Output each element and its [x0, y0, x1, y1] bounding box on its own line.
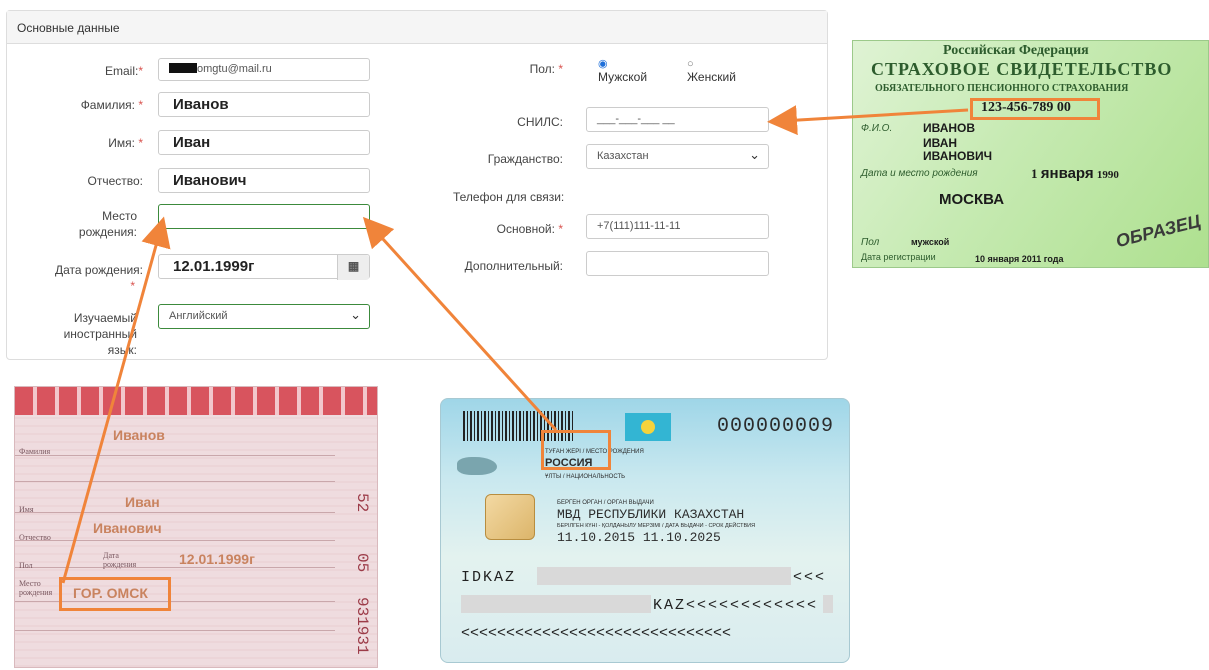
snils-fio-label: Ф.И.О.: [861, 123, 893, 134]
basic-data-panel: Основные данные Email:* omgtu@mail.ru Фа…: [6, 10, 828, 360]
email-input[interactable]: omgtu@mail.ru: [158, 58, 370, 81]
birthdate-input[interactable]: 12.01.1999г ▦: [158, 254, 370, 280]
mrz-redacted: [823, 595, 833, 613]
language-select[interactable]: Английский: [158, 304, 370, 329]
passport-number-3: 931931: [353, 597, 371, 655]
patronymic-input[interactable]: Иванович: [158, 168, 370, 193]
passport-line: [15, 567, 335, 568]
mrz-line-3: <<<<<<<<<<<<<<<<<<<<<<<<<<<<<<: [461, 625, 732, 642]
passport-birthplace-label: Место рождения: [19, 579, 53, 597]
radio-unchecked-icon: ○: [687, 58, 694, 70]
passport-patronymic-label: Отчество: [19, 533, 51, 542]
citizenship-label: Гражданство:: [487, 152, 563, 166]
snils-number-highlight: [970, 98, 1100, 120]
passport-firstname-label: Имя: [19, 505, 34, 514]
passport-number-1: 52: [353, 493, 371, 513]
lastname-input[interactable]: Иванов: [158, 92, 370, 117]
passport-birthdate-label: Дата рождения: [103, 551, 137, 569]
id-nationality-label: ҰЛТЫ / НАЦИОНАЛЬНОСТЬ: [545, 474, 626, 480]
id-issuer: МВД РЕСПУБЛИКИ КАЗАХСТАН: [557, 507, 745, 522]
id-dates: 11.10.2015 11.10.2025: [557, 530, 721, 545]
calendar-icon[interactable]: ▦: [337, 255, 369, 280]
passport-line: [15, 455, 335, 456]
passport-patronymic: Иванович: [93, 520, 162, 536]
passport-line: [15, 630, 335, 631]
firstname-input[interactable]: Иван: [158, 130, 370, 155]
id-card-image: 000000009 ТУҒАН ЖЕРІ / МЕСТО РОЖДЕНИЯ РО…: [440, 398, 850, 663]
kazakhstan-flag-icon: [625, 413, 671, 441]
radio-checked-icon: ◉: [598, 58, 608, 70]
phone-main-input[interactable]: +7(111)111-11-11: [586, 214, 769, 239]
snils-sex-value: мужской: [911, 237, 950, 247]
snils-birth-date: 1 января 1990: [1031, 165, 1119, 182]
snils-label: СНИЛС:: [517, 115, 563, 129]
mrz-redacted: [461, 595, 651, 613]
patronymic-label: Отчество:: [87, 174, 144, 188]
snils-fio-1: ИВАНОВ: [923, 121, 976, 135]
phone-extra-label: Дополнительный:: [464, 259, 563, 273]
passport-border: [15, 387, 377, 415]
passport-firstname: Иван: [125, 494, 160, 510]
gender-female-radio[interactable]: ○ Женский: [687, 58, 736, 84]
gender-male-radio[interactable]: ◉ Мужской: [598, 58, 647, 84]
passport-lastname: Иванов: [113, 427, 165, 443]
snils-country: Российская Федерация: [943, 43, 1089, 58]
lastname-label: Фамилия: *: [80, 98, 143, 112]
snils-fio-3: ИВАНОВИЧ: [923, 149, 993, 163]
panel-title: Основные данные: [7, 11, 827, 44]
passport-number-2: 05: [353, 553, 371, 573]
snils-birth-label: Дата и место рождения: [861, 168, 978, 179]
id-birthplace-highlight: [541, 430, 611, 470]
email-label: Email:*: [104, 64, 143, 78]
snils-input[interactable]: ___-___-___ __: [586, 107, 769, 132]
mrz-line-2: KAZ<<<<<<<<<<<<: [653, 597, 819, 614]
phone-section-label: Телефон для связи:: [453, 190, 565, 204]
passport-page-image: Иванов Фамилия Иван Имя Иванович Отчеств…: [14, 386, 378, 668]
snils-reg-value: 10 января 2011 года: [975, 254, 1064, 264]
passport-sex-label: Пол: [19, 561, 33, 570]
snils-title: СТРАХОВОЕ СВИДЕТЕЛЬСТВО: [871, 59, 1173, 79]
snils-birth-place: МОСКВА: [939, 191, 1005, 208]
passport-birthdate: 12.01.1999г: [179, 551, 255, 567]
snils-sex-label: Пол: [861, 237, 880, 248]
passport-line: [15, 512, 335, 513]
snils-fio-2: ИВАН: [923, 136, 958, 150]
snils-stamp: ОБРАЗЕЦ: [1113, 210, 1203, 252]
id-card-number: 000000009: [717, 415, 835, 438]
mrz-line-1-end: <<<: [793, 569, 827, 586]
map-silhouette-icon: [457, 457, 497, 475]
redacted-block: [169, 63, 197, 73]
id-dates-label: БЕРІЛГЕН КҮНІ - ҚОЛДАНЫЛУ МЕРЗІМІ / ДАТА…: [557, 523, 756, 529]
firstname-label: Имя: *: [108, 136, 143, 150]
snils-subtitle: ОБЯЗАТЕЛЬНОГО ПЕНСИОННОГО СТРАХОВАНИЯ: [875, 83, 1129, 94]
passport-birthplace-highlight: [59, 577, 171, 611]
gender-label: Пол: *: [529, 62, 563, 76]
birthplace-input[interactable]: [158, 204, 370, 229]
id-issuer-label: БЕРГЕН ОРГАН / ОРГАН ВЫДАЧИ: [557, 500, 654, 506]
passport-line: [15, 540, 335, 541]
passport-line: [15, 481, 335, 482]
snils-reg-label: Дата регистрации: [861, 252, 936, 262]
birthplace-label: Место рождения:: [78, 209, 137, 239]
snils-card-image: Российская Федерация СТРАХОВОЕ СВИДЕТЕЛЬ…: [852, 40, 1209, 268]
mrz-line-1-start: IDKAZ: [461, 569, 517, 586]
mrz-redacted: [537, 567, 791, 585]
sim-chip-icon: [485, 494, 535, 540]
stage: Основные данные Email:* omgtu@mail.ru Фа…: [0, 0, 1209, 670]
language-label: Изучаемый иностранный язык:: [63, 311, 137, 357]
birthdate-label: Дата рождения: *: [55, 263, 143, 293]
phone-extra-input[interactable]: [586, 251, 769, 276]
citizenship-select[interactable]: Казахстан: [586, 144, 769, 169]
passport-lastname-label: Фамилия: [19, 447, 51, 456]
phone-main-label: Основной: *: [496, 222, 563, 236]
